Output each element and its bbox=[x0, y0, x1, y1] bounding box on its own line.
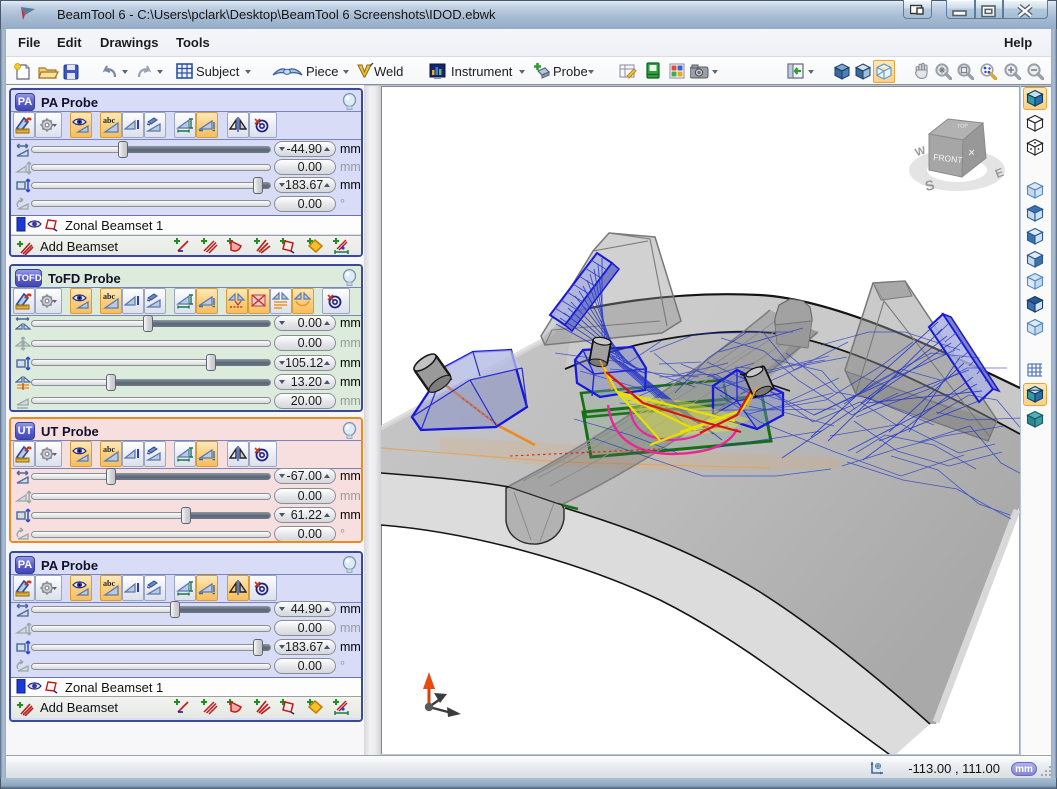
svg-text:abc: abc bbox=[103, 116, 115, 125]
svg-text:abc: abc bbox=[103, 579, 115, 588]
svg-text:abc: abc bbox=[103, 445, 115, 454]
svg-text:abc: abc bbox=[103, 292, 115, 301]
svg-text:TOP: TOP bbox=[957, 123, 969, 130]
